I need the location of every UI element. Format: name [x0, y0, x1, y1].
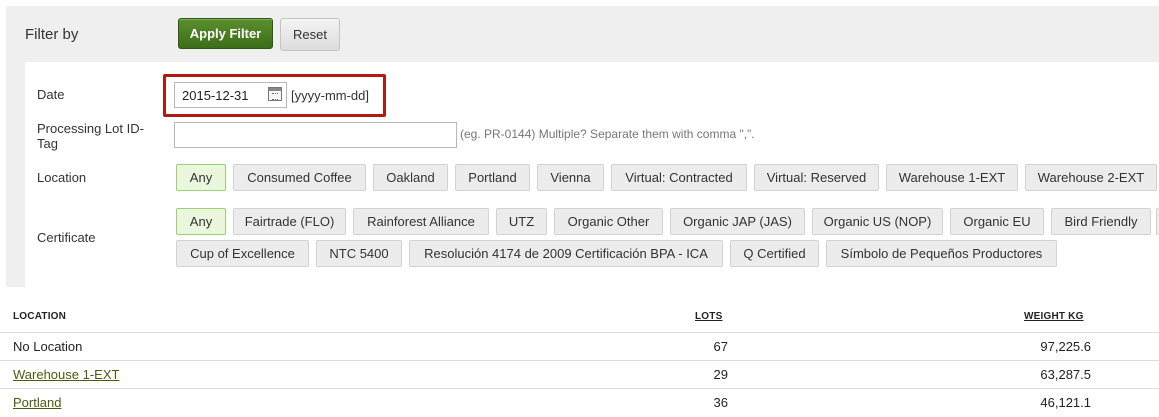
- certificate-chip-ntc-5400[interactable]: NTC 5400: [316, 240, 402, 267]
- location-chip-any[interactable]: Any: [176, 164, 226, 191]
- certificate-chip-organic-other[interactable]: Organic Other: [554, 208, 663, 235]
- filter-title: Filter by: [25, 26, 79, 43]
- location-chip-consumed-coffee[interactable]: Consumed Coffee: [233, 164, 366, 191]
- row-3-weight: 46,121.1: [1040, 395, 1091, 410]
- certificate-chip-cup-of-excellence[interactable]: Cup of Excellence: [176, 240, 309, 267]
- location-chip-warehouse-2-ext[interactable]: Warehouse 2-EXT: [1025, 164, 1157, 191]
- date-format-hint: [yyyy-mm-dd]: [291, 88, 369, 103]
- row-2-location-link[interactable]: Warehouse 1-EXT: [13, 367, 119, 382]
- lot-id-label-line2: Tag: [37, 136, 58, 151]
- lot-id-label: Processing Lot ID- Tag: [37, 121, 144, 151]
- lot-id-input[interactable]: [174, 122, 457, 148]
- column-header-location: LOCATION: [13, 311, 67, 322]
- location-label: Location: [37, 170, 87, 185]
- row-1-location: No Location: [13, 339, 83, 354]
- row-divider: [0, 360, 1159, 361]
- date-label: Date: [37, 87, 65, 102]
- calendar-icon[interactable]: [268, 87, 282, 101]
- lot-id-label-line1: Processing Lot ID-: [37, 121, 144, 136]
- row-divider: [0, 388, 1159, 389]
- location-chip-oakland[interactable]: Oakland: [373, 164, 448, 191]
- certificate-chip-utz[interactable]: UTZ: [496, 208, 547, 235]
- row-3-lots: 36: [713, 395, 728, 410]
- certificate-chip-spp[interactable]: Símbolo de Pequeños Productores: [826, 240, 1057, 267]
- certificate-chip-q-certified[interactable]: Q Certified: [730, 240, 819, 267]
- apply-filter-button[interactable]: Apply Filter: [178, 18, 273, 49]
- certificate-chip-bird-friendly[interactable]: Bird Friendly: [1051, 208, 1151, 235]
- certificate-chip-any[interactable]: Any: [176, 208, 226, 235]
- certificate-chip-rainforest[interactable]: Rainforest Alliance: [353, 208, 489, 235]
- row-1-lots: 67: [713, 339, 728, 354]
- column-header-weight[interactable]: WEIGHT KG: [1024, 311, 1084, 322]
- certificate-chip-organic-eu[interactable]: Organic EU: [950, 208, 1044, 235]
- certificate-chip-organic-jas[interactable]: Organic JAP (JAS): [670, 208, 805, 235]
- row-1-weight: 97,225.6: [1040, 339, 1091, 354]
- certificate-chip-bpa-ica[interactable]: Resolución 4174 de 2009 Certificación BP…: [409, 240, 723, 267]
- column-header-lots[interactable]: LOTS: [695, 311, 722, 322]
- row-2-weight: 63,287.5: [1040, 367, 1091, 382]
- row-2-lots: 29: [713, 367, 728, 382]
- certificate-chip-fairtrade[interactable]: Fairtrade (FLO): [233, 208, 346, 235]
- location-chip-portland[interactable]: Portland: [455, 164, 530, 191]
- header-divider: [0, 332, 1159, 333]
- location-chip-vienna[interactable]: Vienna: [537, 164, 604, 191]
- row-3-location-link[interactable]: Portland: [13, 395, 61, 410]
- certificate-label: Certificate: [37, 230, 96, 245]
- lot-id-hint: (eg. PR-0144) Multiple? Separate them wi…: [460, 127, 755, 141]
- location-chip-warehouse-1-ext[interactable]: Warehouse 1-EXT: [886, 164, 1018, 191]
- certificate-chip-organic-nop[interactable]: Organic US (NOP): [812, 208, 943, 235]
- location-chip-virtual-contracted[interactable]: Virtual: Contracted: [611, 164, 747, 191]
- reset-button[interactable]: Reset: [280, 18, 340, 51]
- location-chip-virtual-reserved[interactable]: Virtual: Reserved: [754, 164, 879, 191]
